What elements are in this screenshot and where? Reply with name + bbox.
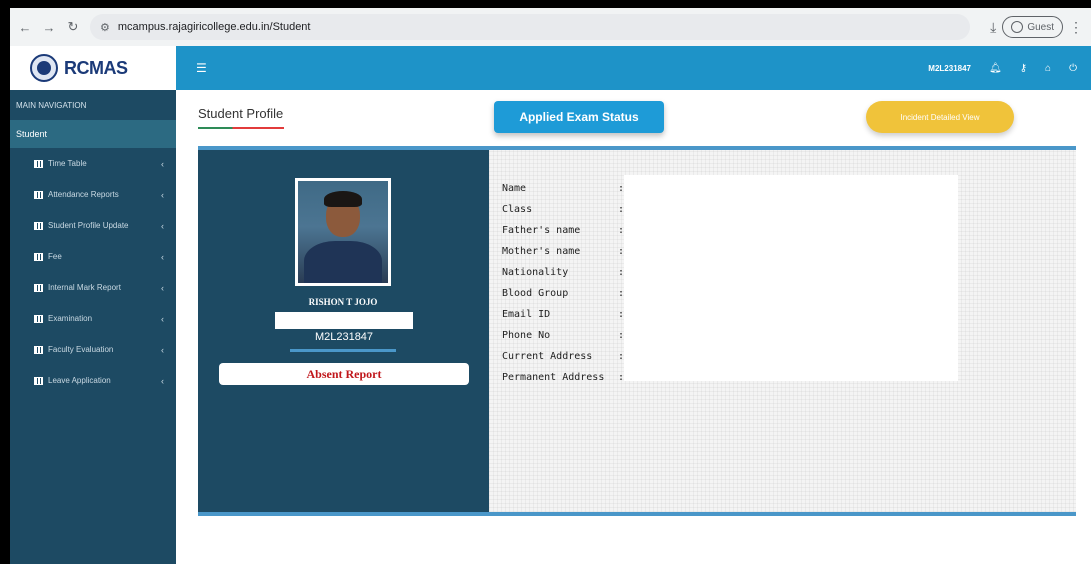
browser-toolbar: ← → ↻ ⚙ mcampus.rajagiricollege.edu.in/S… (10, 8, 1091, 46)
sidebar-item-label: Attendance Reports (48, 190, 119, 199)
address-bar[interactable]: ⚙ mcampus.rajagiricollege.edu.in/Student (90, 14, 970, 40)
field-current-address: Current Address: (502, 351, 625, 362)
download-icon[interactable]: ⤓ (990, 19, 996, 36)
sidebar-item-examination[interactable]: Examination ‹ (10, 303, 176, 334)
main-navigation-heading: MAIN NAVIGATION (16, 100, 87, 110)
info-values-box (624, 175, 958, 381)
card-bottom-border (198, 512, 1076, 516)
user-code[interactable]: M2L231847 (928, 64, 971, 73)
sidebar-active-student[interactable]: Student (10, 120, 176, 148)
chevron-left-icon: ‹ (161, 251, 164, 262)
field-mothers-name: Mother's name: (502, 246, 625, 257)
applied-exam-status-button[interactable]: Applied Exam Status (494, 101, 664, 133)
page-title: Student Profile (198, 106, 284, 121)
sidebar-item-leave-application[interactable]: Leave Application ‹ (10, 365, 176, 396)
field-blood-group: Blood Group: (502, 288, 625, 299)
field-label: Email ID (502, 309, 551, 320)
logo-emblem-icon (30, 54, 58, 82)
table-icon (34, 283, 43, 292)
title-underline (198, 127, 284, 129)
sidebar-item-label: Fee (48, 252, 62, 261)
field-fathers-name: Father's name: (502, 225, 625, 236)
site-settings-icon[interactable]: ⚙ (100, 21, 110, 34)
sidebar-item-label: Time Table (48, 159, 87, 168)
sidebar-item-label: Faculty Evaluation (48, 345, 114, 354)
field-label: Name (502, 183, 527, 194)
table-icon (34, 376, 43, 385)
student-photo (295, 178, 391, 286)
forward-icon[interactable]: → (40, 18, 58, 36)
field-email-id: Email ID: (502, 309, 625, 320)
field-name: Name: (502, 183, 625, 194)
table-icon (34, 345, 43, 354)
logout-icon[interactable]: ⏻ (1069, 63, 1077, 74)
field-class: Class: (502, 204, 625, 215)
table-icon (34, 159, 43, 168)
field-nationality: Nationality: (502, 267, 625, 278)
field-label: Father's name (502, 225, 581, 236)
chevron-left-icon: ‹ (161, 220, 164, 231)
info-fields: Name: Class: Father's name: Mother's nam… (502, 178, 626, 388)
field-label: Mother's name (502, 246, 581, 257)
key-icon[interactable]: ⚷ (1020, 63, 1027, 74)
field-label: Blood Group (502, 288, 569, 299)
app-window: RCMAS ☰ M2L231847 🔔︎ ⚷ ⌂ ⏻ MAIN NAVIGATI… (10, 46, 1091, 564)
browser-menu-icon[interactable]: ⋮ (1069, 19, 1083, 36)
field-label: Nationality (502, 267, 569, 278)
profile-icon (1011, 21, 1024, 33)
sidebar-item-label: Leave Application (48, 376, 111, 385)
home-icon[interactable]: ⌂ (1045, 63, 1051, 74)
sidebar-item-internal-mark-report[interactable]: Internal Mark Report ‹ (10, 272, 176, 303)
field-permanent-address: Permanent Address: (502, 372, 625, 383)
incident-detailed-view-button[interactable]: Incident Detailed View (866, 101, 1014, 133)
code-underline (290, 349, 396, 352)
sidebar-item-faculty-evaluation[interactable]: Faculty Evaluation ‹ (10, 334, 176, 365)
field-phone-no: Phone No: (502, 330, 625, 341)
logo[interactable]: RCMAS (10, 46, 176, 90)
table-icon (34, 252, 43, 261)
chevron-left-icon: ‹ (161, 375, 164, 386)
sidebar-item-label: Examination (48, 314, 93, 323)
profile-label: Guest (1027, 21, 1054, 33)
sidebar-item-fee[interactable]: Fee ‹ (10, 241, 176, 272)
table-icon (34, 190, 43, 199)
field-label: Phone No (502, 330, 551, 341)
top-navbar: ☰ M2L231847 🔔︎ ⚷ ⌂ ⏻ (176, 46, 1091, 90)
field-label: Permanent Address (502, 372, 605, 383)
table-icon (34, 221, 43, 230)
chevron-left-icon: ‹ (161, 313, 164, 324)
table-icon (34, 314, 43, 323)
profile-button[interactable]: Guest (1002, 16, 1063, 38)
reload-icon[interactable]: ↻ (64, 18, 82, 36)
chevron-left-icon: ‹ (161, 282, 164, 293)
student-name: RISHON T JOJO (308, 297, 378, 307)
field-label: Class (502, 204, 533, 215)
url-text: mcampus.rajagiricollege.edu.in/Student (117, 21, 311, 33)
student-detail-bar (275, 312, 413, 329)
chevron-left-icon: ‹ (161, 158, 164, 169)
sidebar: MAIN NAVIGATION Student Time Table ‹ Att… (10, 90, 176, 564)
sidebar-item-time-table[interactable]: Time Table ‹ (10, 148, 176, 179)
bell-icon[interactable]: 🔔︎ (989, 63, 1002, 74)
student-code: M2L231847 (314, 331, 374, 343)
main-content: Student Profile Applied Exam Status Inci… (176, 90, 1091, 564)
sidebar-item-label: Internal Mark Report (48, 283, 121, 292)
chevron-left-icon: ‹ (161, 344, 164, 355)
absent-report-button[interactable]: Absent Report (219, 363, 469, 385)
logo-name: RCMAS (64, 58, 128, 78)
chevron-left-icon: ‹ (161, 189, 164, 200)
back-icon[interactable]: ← (16, 18, 34, 36)
sidebar-item-attendance-reports[interactable]: Attendance Reports ‹ (10, 179, 176, 210)
hamburger-menu-icon[interactable]: ☰ (196, 61, 207, 75)
sidebar-item-student-profile-update[interactable]: Student Profile Update ‹ (10, 210, 176, 241)
field-label: Current Address (502, 351, 593, 362)
sidebar-item-label: Student Profile Update (48, 221, 129, 230)
